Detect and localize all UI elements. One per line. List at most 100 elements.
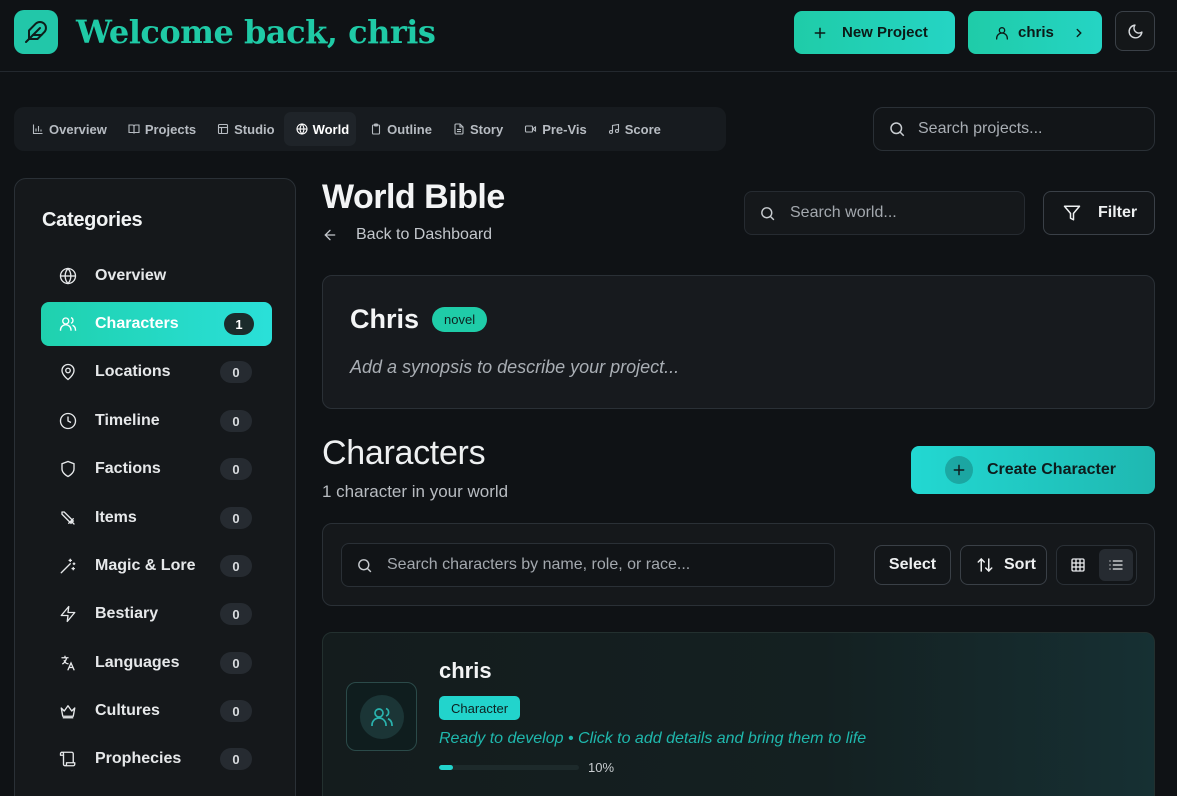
search-placeholder: Search characters by name, role, or race… — [387, 556, 691, 573]
progress-bar — [439, 765, 579, 770]
sidebar-item-characters[interactable]: Characters 1 — [41, 302, 272, 346]
tab-previs[interactable]: Pre-Vis — [512, 112, 594, 146]
project-synopsis[interactable]: Add a synopsis to describe your project.… — [350, 357, 679, 378]
back-to-dashboard-link[interactable]: Back to Dashboard — [322, 226, 492, 244]
sidebar-item-cultures[interactable]: Cultures 0 — [41, 689, 272, 733]
tab-label: Pre-Vis — [542, 121, 587, 137]
tab-overview[interactable]: Overview — [20, 112, 114, 146]
sidebar-item-label: Characters — [95, 315, 179, 332]
languages-icon — [61, 655, 75, 671]
sword-icon — [61, 511, 75, 525]
tab-label: World — [312, 121, 350, 137]
count-badge: 0 — [220, 700, 252, 722]
project-search-input[interactable]: Search projects... — [873, 107, 1155, 151]
sort-button[interactable]: Sort — [960, 545, 1047, 585]
section-title: Characters — [322, 434, 486, 472]
avatar — [346, 682, 417, 751]
sidebar-item-languages[interactable]: Languages 0 — [41, 641, 272, 685]
progress-label: 10% — [588, 760, 615, 775]
video-icon — [525, 125, 537, 133]
scroll-icon — [59, 751, 76, 767]
sidebar-item-bestiary[interactable]: Bestiary 0 — [41, 592, 272, 636]
sidebar-item-overview[interactable]: Overview — [41, 254, 272, 298]
grid-view-button[interactable] — [1061, 549, 1095, 581]
progress-fill — [439, 765, 453, 770]
sidebar-item-label: Overview — [95, 267, 167, 284]
sidebar-item-label: Cultures — [95, 702, 160, 719]
tab-label: Overview — [49, 121, 107, 137]
app-header: Welcome back, chris New Project chris — [0, 0, 1177, 72]
filter-icon — [1063, 205, 1081, 221]
count-badge: 0 — [220, 410, 252, 432]
sort-label: Sort — [1004, 556, 1036, 573]
list-icon — [1109, 560, 1123, 570]
character-toolbar: Search characters by name, role, or race… — [322, 523, 1155, 606]
sidebar-item-locations[interactable]: Locations 0 — [41, 350, 272, 394]
theme-toggle-button[interactable] — [1115, 11, 1155, 51]
sidebar-item-label: Items — [95, 509, 137, 526]
file-text-icon — [454, 123, 464, 135]
select-button[interactable]: Select — [874, 545, 951, 585]
crown-icon — [60, 705, 76, 719]
character-name: chris — [439, 658, 492, 683]
plus-icon — [953, 464, 965, 476]
tab-studio[interactable]: Studio — [205, 112, 281, 146]
map-pin-icon — [61, 363, 75, 381]
feather-icon — [25, 21, 47, 43]
user-icon — [996, 26, 1008, 40]
back-label: Back to Dashboard — [356, 226, 493, 243]
count-badge: 1 — [224, 313, 254, 335]
filter-button[interactable]: Filter — [1043, 191, 1155, 235]
user-menu-button[interactable]: chris — [968, 11, 1102, 54]
world-search-input[interactable]: Search world... — [744, 191, 1025, 235]
chevron-right-icon — [1076, 28, 1082, 37]
magic-wand-icon — [60, 558, 76, 574]
users-icon — [370, 707, 393, 726]
music-icon — [608, 123, 619, 135]
main-tabs: Overview Projects Studio World Outline S… — [14, 107, 726, 151]
new-project-button[interactable]: New Project — [794, 11, 955, 54]
sidebar-item-factions[interactable]: Factions 0 — [41, 447, 272, 491]
sidebar-item-items[interactable]: Items 0 — [41, 496, 272, 540]
character-hint: Ready to develop • Click to add details … — [439, 730, 867, 747]
sidebar-item-prophecies[interactable]: Prophecies 0 — [41, 737, 272, 781]
tab-label: Projects — [144, 121, 197, 137]
user-name-label: chris — [1018, 24, 1054, 41]
globe-icon — [59, 267, 77, 285]
sidebar-item-magic-lore[interactable]: Magic & Lore 0 — [41, 544, 272, 588]
sidebar-item-label: Timeline — [95, 412, 160, 429]
list-view-button[interactable] — [1099, 549, 1133, 581]
character-search-input[interactable]: Search characters by name, role, or race… — [341, 543, 835, 587]
tab-projects[interactable]: Projects — [116, 112, 203, 146]
search-placeholder: Search projects... — [918, 120, 1043, 137]
project-card[interactable]: Chris novel Add a synopsis to describe y… — [322, 275, 1155, 409]
sidebar-item-label: Magic & Lore — [95, 557, 196, 574]
tab-outline[interactable]: Outline — [358, 112, 439, 146]
filter-label: Filter — [1098, 204, 1138, 221]
create-character-button[interactable]: Create Character — [911, 446, 1155, 494]
zap-icon — [60, 605, 76, 623]
character-role-badge: Character — [439, 696, 521, 720]
project-type-badge: novel — [432, 307, 488, 332]
tab-label: Studio — [234, 121, 275, 137]
sidebar-item-timeline[interactable]: Timeline 0 — [41, 399, 272, 443]
book-open-icon — [128, 124, 140, 134]
tab-world[interactable]: World — [283, 112, 357, 146]
users-icon — [59, 316, 77, 331]
page-title: World Bible — [322, 178, 505, 216]
count-badge: 0 — [220, 361, 252, 383]
shield-icon — [61, 460, 75, 478]
grid-icon — [1071, 558, 1085, 572]
project-name: Chris — [350, 304, 420, 334]
count-badge: 0 — [220, 652, 252, 674]
app-logo[interactable] — [14, 10, 58, 54]
tab-score[interactable]: Score — [596, 112, 668, 146]
categories-sidebar: Categories Overview Characters 1 Locatio… — [14, 178, 296, 796]
sidebar-item-label: Prophecies — [95, 750, 182, 767]
tab-story[interactable]: Story — [441, 112, 510, 146]
plus-icon — [814, 27, 826, 38]
tab-label: Score — [624, 121, 661, 137]
sort-arrows-icon — [977, 557, 993, 573]
sidebar-item-label: Languages — [95, 654, 180, 671]
character-card[interactable]: chris Character Ready to develop • Click… — [322, 632, 1155, 796]
